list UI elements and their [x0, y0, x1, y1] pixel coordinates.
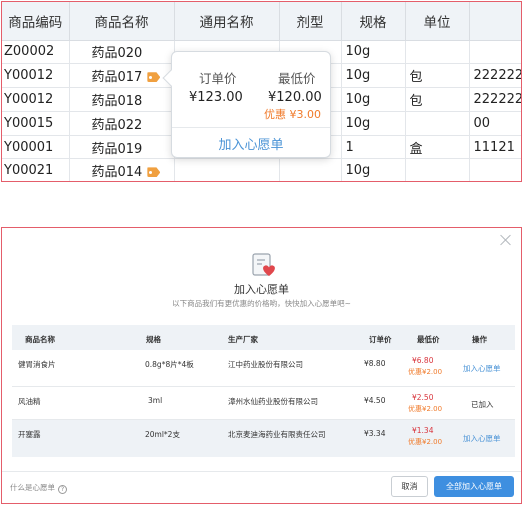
cell-form [279, 158, 342, 181]
discount-text: 优惠¥2.00 [408, 405, 443, 413]
lowest-price: ¥2.50 [412, 393, 434, 402]
discount-text: 优惠¥2.00 [408, 368, 443, 376]
cell-code: Y00021 [2, 158, 70, 181]
dialog-title: 加入心愿单 [234, 283, 289, 296]
lowest-price: ¥6.80 [412, 356, 434, 365]
table-row: 健胃消食片 0.8g*8片*4板 江中药业股份有限公司 ¥8.80 ¥6.80 … [12, 350, 515, 387]
cancel-button[interactable]: 取消 [391, 476, 428, 497]
product-maker: 北京麦迪海药业有限责任公司 [228, 430, 326, 439]
cell-name: 药品018 [69, 87, 175, 112]
add-to-wishlist-link[interactable]: 加入心愿单 [172, 134, 330, 153]
help-link-label: 什么是心愿单 [10, 483, 55, 492]
cell-code: Y00012 [2, 87, 70, 112]
product-name: 风油精 [18, 397, 41, 406]
column-header-maker: 生产厂家 [228, 335, 258, 344]
what-is-wishlist-link[interactable]: 什么是心愿单? [10, 482, 67, 494]
wishlist-header-row: 商品名称 规格 生产厂家 订单价 最低价 操作 [12, 325, 515, 350]
cell-code: Y00015 [2, 111, 70, 136]
dialog-footer: 什么是心愿单? 取消 全部加入心愿单 [2, 471, 521, 503]
column-header-spec: 规格 [341, 2, 406, 41]
cell-unit: 包 [405, 87, 470, 112]
lowest-price-value: ¥120.00 [268, 90, 322, 105]
column-header-name: 商品名称 [69, 2, 175, 41]
cell-extra: 11121 [469, 135, 521, 160]
cell-spec: 10g [341, 111, 406, 136]
cell-extra: 00 [469, 111, 521, 136]
wishlist-dialog: 加入心愿单 以下商品我们有更优惠的价格哟，快快加入心愿单吧~ 商品名称 规格 生… [1, 227, 522, 504]
cell-name: 药品020 [69, 40, 175, 65]
add-to-wishlist-link[interactable]: 加入心愿单 [463, 363, 501, 374]
order-price-label: 订单价 [199, 71, 237, 86]
lowest-price-label: 最低价 [278, 71, 316, 86]
add-all-to-wishlist-button[interactable]: 全部加入心愿单 [434, 476, 514, 497]
product-name: 药品017 [91, 70, 143, 86]
column-header-order-price: 订单价 [369, 335, 392, 344]
product-name: 开塞露 [18, 430, 41, 439]
cell-spec: 10g [341, 63, 406, 89]
column-header-generic: 通用名称 [174, 2, 280, 41]
discount-text: 优惠¥2.00 [408, 438, 443, 446]
cell-unit: 盒 [405, 135, 470, 160]
price-tag-icon[interactable] [147, 72, 161, 83]
cell-extra [469, 158, 521, 181]
wishlist-heart-icon [252, 253, 275, 276]
cell-spec: 10g [341, 87, 406, 112]
column-header-spec: 规格 [146, 335, 161, 344]
cell-code: Z00002 [2, 40, 70, 65]
product-name: 药品014 [91, 165, 143, 181]
column-header-form: 剂型 [279, 2, 342, 41]
cell-name: 药品019 [69, 135, 175, 160]
cell-code: Y00012 [2, 63, 70, 89]
order-price: ¥3.34 [364, 429, 386, 438]
order-price: ¥4.50 [364, 396, 386, 405]
cell-unit [405, 158, 470, 181]
product-name: 药品018 [91, 93, 143, 109]
cell-extra: 2222222 [469, 63, 521, 89]
product-name: 药品022 [91, 117, 143, 133]
product-spec: 3ml [148, 396, 163, 405]
product-maker: 漳州水仙药业股份有限公司 [228, 397, 318, 406]
cell-unit [405, 40, 470, 65]
popover-divider [172, 127, 330, 128]
cell-name: 药品017 [69, 63, 175, 89]
column-header-extra [469, 2, 521, 41]
cell-code: Y00001 [2, 135, 70, 160]
cell-extra: 2222222 [469, 87, 521, 112]
column-header-action: 操作 [472, 335, 487, 344]
column-header-name: 商品名称 [25, 335, 55, 344]
product-name: 健胃消食片 [18, 360, 56, 369]
price-tag-icon[interactable] [147, 167, 161, 178]
lowest-price: ¥1.34 [412, 426, 434, 435]
cell-spec: 1 [341, 135, 406, 160]
close-icon[interactable] [500, 234, 512, 246]
column-header-unit: 单位 [405, 2, 470, 41]
price-popover: 订单价 最低价 ¥123.00 ¥120.00 优惠 ¥3.00 加入心愿单 [162, 51, 331, 158]
cell-extra [469, 40, 521, 65]
cell-generic [174, 158, 280, 181]
product-spec: 0.8g*8片*4板 [145, 360, 194, 369]
product-spec: 20ml*2支 [145, 430, 180, 439]
table-row: 开塞露 20ml*2支 北京麦迪海药业有限责任公司 ¥3.34 ¥1.34 优惠… [12, 420, 515, 457]
product-name: 药品020 [91, 46, 143, 62]
table-row[interactable]: Y00021 药品014 10g [2, 158, 521, 181]
table-row: 风油精 3ml 漳州水仙药业股份有限公司 ¥4.50 ¥2.50 优惠¥2.00… [12, 387, 515, 420]
question-icon: ? [58, 485, 67, 494]
column-header-lowest-price: 最低价 [417, 335, 440, 344]
column-header-code: 商品编码 [2, 2, 70, 41]
cell-unit: 包 [405, 63, 470, 89]
dialog-subtitle: 以下商品我们有更优惠的价格哟，快快加入心愿单吧~ [172, 299, 351, 308]
product-name: 药品019 [91, 141, 143, 157]
table-header-row: 商品编码 商品名称 通用名称 剂型 规格 单位 [2, 2, 521, 41]
cell-unit [405, 111, 470, 136]
discount-text: 优惠 ¥3.00 [264, 108, 321, 121]
order-price: ¥8.80 [364, 359, 386, 368]
cell-spec: 10g [341, 158, 406, 181]
cell-name: 药品022 [69, 111, 175, 136]
cell-spec: 10g [341, 40, 406, 65]
cell-name: 药品014 [69, 158, 175, 181]
added-status: 已加入 [471, 400, 494, 409]
product-maker: 江中药业股份有限公司 [228, 360, 303, 369]
order-price-value: ¥123.00 [189, 90, 243, 105]
add-to-wishlist-link[interactable]: 加入心愿单 [463, 433, 501, 444]
